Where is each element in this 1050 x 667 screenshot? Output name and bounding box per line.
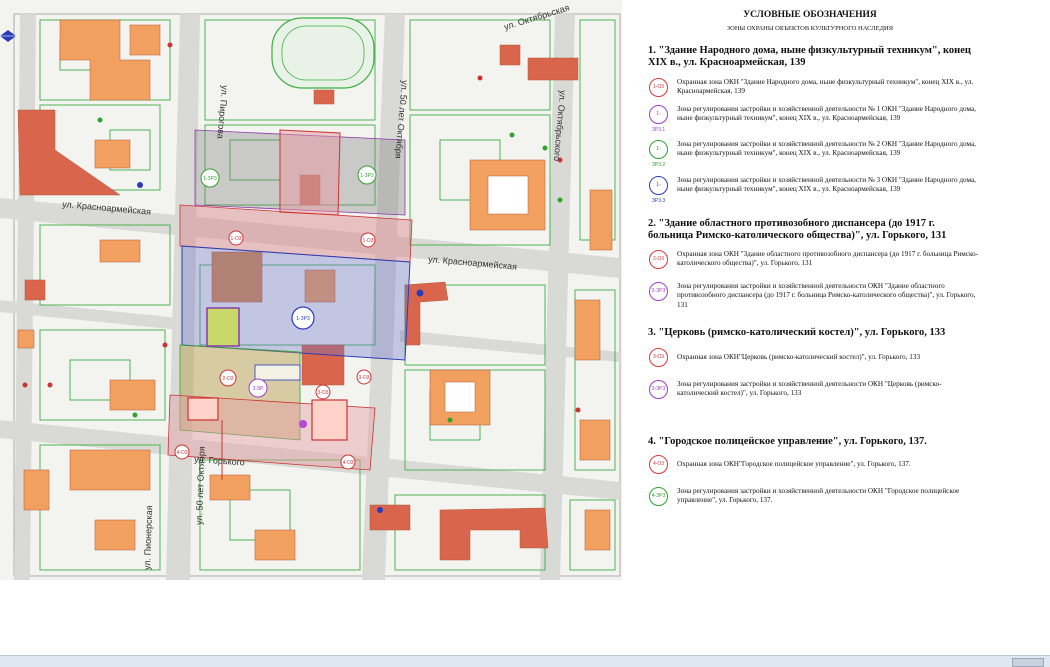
- zone-1-zr3-1-symbol: 1-ЗР3.1: [649, 105, 668, 133]
- map-canvas[interactable]: 1-ЗР3 1-ЗР3 1-ЗР3 1-О3 1-О3 2-О3 3-ЗР 3-…: [0, 0, 622, 580]
- legend-item-4-o3: 4-О3 Охранная зона ОКН"Городское полицей…: [649, 455, 1019, 489]
- legend-item-text: Зона регулирования застройки и хозяйстве…: [677, 105, 976, 123]
- legend-item-4-zr3: 4-ЗР3 Зона регулирования застройки и хоз…: [649, 487, 1019, 521]
- stadium: [271, 17, 375, 89]
- zone-label-z1-o-b: 1-О3: [362, 238, 373, 244]
- legend-section-4-title: 4. "Городское полицейское управление", у…: [648, 436, 927, 447]
- zone-label-z1-o: 1-О3: [230, 236, 241, 242]
- zone-3-o3-symbol: 3-О3: [649, 348, 668, 367]
- legend-item-1-zr3-2: 1-ЗР3.2 Зона регулирования застройки и х…: [649, 140, 1019, 174]
- horizontal-scrollbar[interactable]: [0, 655, 1050, 667]
- legend-subtitle: ЗОНЫ ОХРАНЫ ОБЪЕКТОВ КУЛЬТУРНОГО НАСЛЕДИ…: [726, 25, 894, 32]
- legend-title: УСЛОВНЫЕ ОБОЗНАЧЕНИЯ: [743, 10, 877, 20]
- legend-item-3-o3: 3-О3 Охранная зона ОКН"Церковь (римско-к…: [649, 348, 1019, 382]
- zone-label-z1-reg3-b: 1-ЗР3: [360, 173, 374, 179]
- zone-2-zr3-symbol: 2-ЗР3: [649, 282, 668, 301]
- zone-2-o3-symbol: 2-О3: [649, 250, 668, 269]
- zone-label-z1-reg3-c: 1-ЗР3: [296, 316, 310, 322]
- legend-item-text: Охранная зона ОКН "Здание Народного дома…: [677, 78, 974, 96]
- zone-3-zr3-symbol: 3-ЗР3: [649, 380, 668, 399]
- legend-item-text: Охранная зона ОКН"Церковь (римско-католи…: [677, 353, 921, 361]
- legend-item-text: Зона регулирования застройки и хозяйстве…: [677, 140, 976, 158]
- zone-label-z2-o: 2-О3: [222, 376, 233, 382]
- zone-4-zr3-symbol: 4-ЗР3: [649, 487, 668, 506]
- legend-item-3-zr3: 3-ЗР3 Зона регулирования застройки и хоз…: [649, 380, 1019, 414]
- zone-label-z4-o: 4-О3: [176, 450, 187, 456]
- legend-item-text: Зона регулирования застройки и хозяйстве…: [677, 380, 942, 398]
- zone-1-zr3-3-symbol: 1-ЗР3.3: [649, 176, 668, 204]
- legend-item-text: Зона регулирования застройки и хозяйстве…: [677, 282, 976, 309]
- legend-section-1-title: 1. "Здание Народного дома, ныне физкульт…: [648, 45, 971, 68]
- zone-label-z4-o-b: 4-О3: [342, 460, 353, 466]
- legend-item-1-zr3-3: 1-ЗР3.3 Зона регулирования застройки и х…: [649, 176, 1019, 210]
- legend-item-2-o3: 2-О3 Охранная зона ОКН "Здание областног…: [649, 250, 1019, 284]
- legend-section-2-title: 2. "Здание областного противозобного дис…: [648, 218, 947, 241]
- legend-section-3-title: 3. "Церковь (римско-католический костел)…: [648, 327, 946, 338]
- zone-1-zr3-2-symbol: 1-ЗР3.2: [649, 140, 668, 168]
- legend-item-1-zr3-1: 1-ЗР3.1 Зона регулирования застройки и х…: [649, 105, 1019, 139]
- legend-item-2-zr3: 2-ЗР3 Зона регулирования застройки и хоз…: [649, 282, 1019, 316]
- zone-1-o3-symbol: 1-О3: [649, 78, 668, 97]
- legend-item-text: Зона регулирования застройки и хозяйстве…: [677, 176, 976, 194]
- zone-label-z3-o-b: 3-О3: [358, 375, 369, 381]
- zone-4-o3-symbol: 4-О3: [649, 455, 668, 474]
- zone-label-z3-reg: 3-ЗР: [253, 386, 264, 392]
- legend-item-text: Охранная зона ОКН"Городское полицейское …: [677, 460, 911, 468]
- legend-panel: УСЛОВНЫЕ ОБОЗНАЧЕНИЯ ЗОНЫ ОХРАНЫ ОБЪЕКТО…: [630, 0, 1040, 600]
- legend-item-text: Охранная зона ОКН "Здание областного про…: [677, 250, 979, 268]
- map-panel[interactable]: 1-ЗР3 1-ЗР3 1-ЗР3 1-О3 1-О3 2-О3 3-ЗР 3-…: [0, 0, 622, 580]
- legend-item-text: Зона регулирования застройки и хозяйстве…: [677, 487, 960, 505]
- zone-label-z3-o: 3-О3: [317, 390, 328, 396]
- zone-label-z1-reg3-a: 1-ЗР3: [203, 176, 217, 182]
